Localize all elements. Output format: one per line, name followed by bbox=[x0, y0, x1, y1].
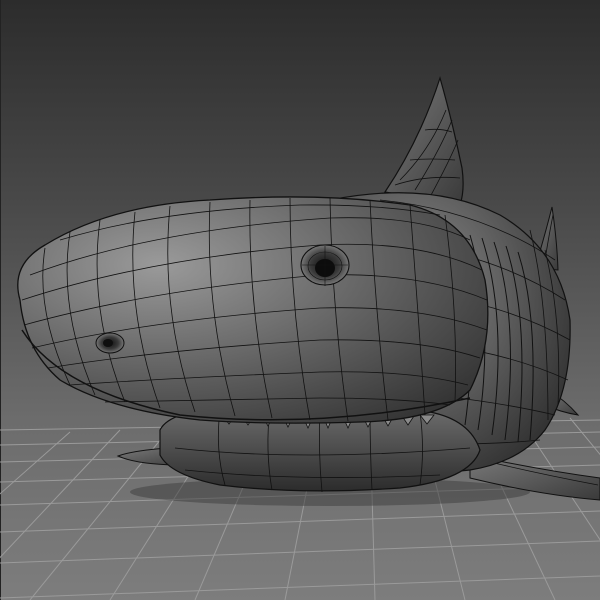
shark-head bbox=[17, 196, 489, 424]
dorsal-fin bbox=[383, 75, 464, 206]
viewport-canvas[interactable] bbox=[0, 0, 600, 600]
3d-viewport[interactable] bbox=[0, 0, 600, 600]
